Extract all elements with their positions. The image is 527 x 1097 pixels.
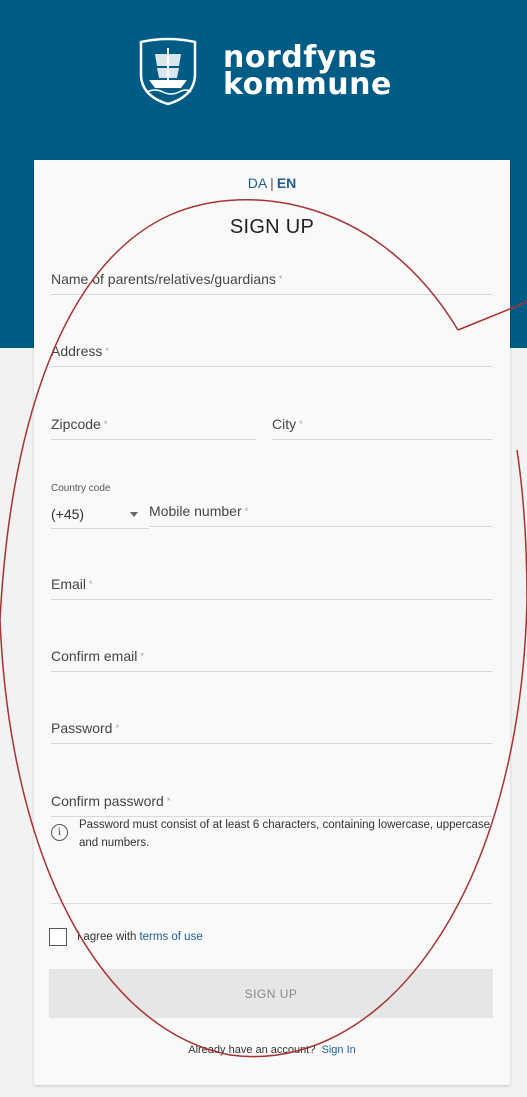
zipcode-field-label: Zipcode [51, 416, 101, 432]
required-mark: * [115, 723, 119, 733]
required-mark: * [278, 274, 283, 284]
logo-text: nordfyns kommune [223, 43, 392, 102]
sign-in-link[interactable]: Sign In [322, 1044, 356, 1056]
terms-checkbox[interactable] [49, 928, 67, 946]
password-field-label: Password [51, 720, 113, 736]
page-title: SIGN UP [229, 216, 315, 238]
divider [51, 903, 492, 904]
agree-text: I agree with [77, 931, 137, 943]
confirm-email-field[interactable]: Confirm email * [51, 645, 492, 672]
logo-line-2: kommune [223, 67, 392, 102]
required-mark: * [166, 796, 171, 806]
municipality-logo[interactable]: nordfyns kommune [135, 36, 392, 106]
required-mark: * [140, 651, 144, 661]
sign-up-button[interactable]: SIGN UP [49, 969, 493, 1018]
mobile-number-label: Mobile number [149, 503, 242, 519]
city-field-label: City [272, 416, 297, 432]
country-code-label: Country code [51, 483, 111, 494]
language-separator: | [270, 175, 274, 191]
mobile-number-field[interactable]: Mobile number * [149, 500, 492, 527]
already-account-text: Already have an account? [188, 1044, 316, 1056]
required-mark: * [89, 579, 93, 589]
required-mark: * [299, 419, 303, 429]
already-account: Already have an account? Sign In [34, 1044, 510, 1056]
email-field-label: Email [51, 576, 87, 592]
city-field[interactable]: City * [272, 413, 492, 440]
name-field[interactable]: Name of parents/relatives/guardians * [51, 268, 492, 295]
terms-agreement: I agree with terms of use [49, 928, 203, 946]
confirm-password-field[interactable]: Confirm password * [51, 790, 492, 817]
zipcode-field[interactable]: Zipcode * [51, 413, 256, 440]
name-field-label: Name of parents/relatives/guardians [51, 271, 276, 287]
confirm-password-label: Confirm password [51, 793, 164, 809]
ship-crest-icon [139, 37, 197, 106]
required-mark: * [105, 346, 109, 356]
country-code-select[interactable]: (+45) [51, 498, 149, 529]
required-mark: * [103, 419, 108, 429]
language-da-link[interactable]: DA [248, 175, 267, 191]
country-code-value: (+45) [51, 506, 85, 522]
address-field[interactable]: Address * [51, 340, 492, 367]
language-switcher: DA | EN [34, 175, 510, 191]
language-en-link[interactable]: EN [277, 175, 296, 191]
email-field[interactable]: Email * [51, 573, 492, 600]
required-mark: * [244, 506, 249, 516]
password-hint-text: Password must consist of at least 6 char… [79, 819, 491, 849]
terms-of-use-link[interactable]: terms of use [139, 931, 202, 943]
info-icon: i [51, 824, 68, 841]
confirm-email-label: Confirm email [51, 648, 138, 664]
signup-card: DA | EN SIGN UP Name of parents/relatives/… [34, 160, 510, 1085]
chevron-down-icon [130, 512, 138, 517]
address-field-label: Address [51, 343, 103, 359]
password-field[interactable]: Password * [51, 717, 492, 744]
